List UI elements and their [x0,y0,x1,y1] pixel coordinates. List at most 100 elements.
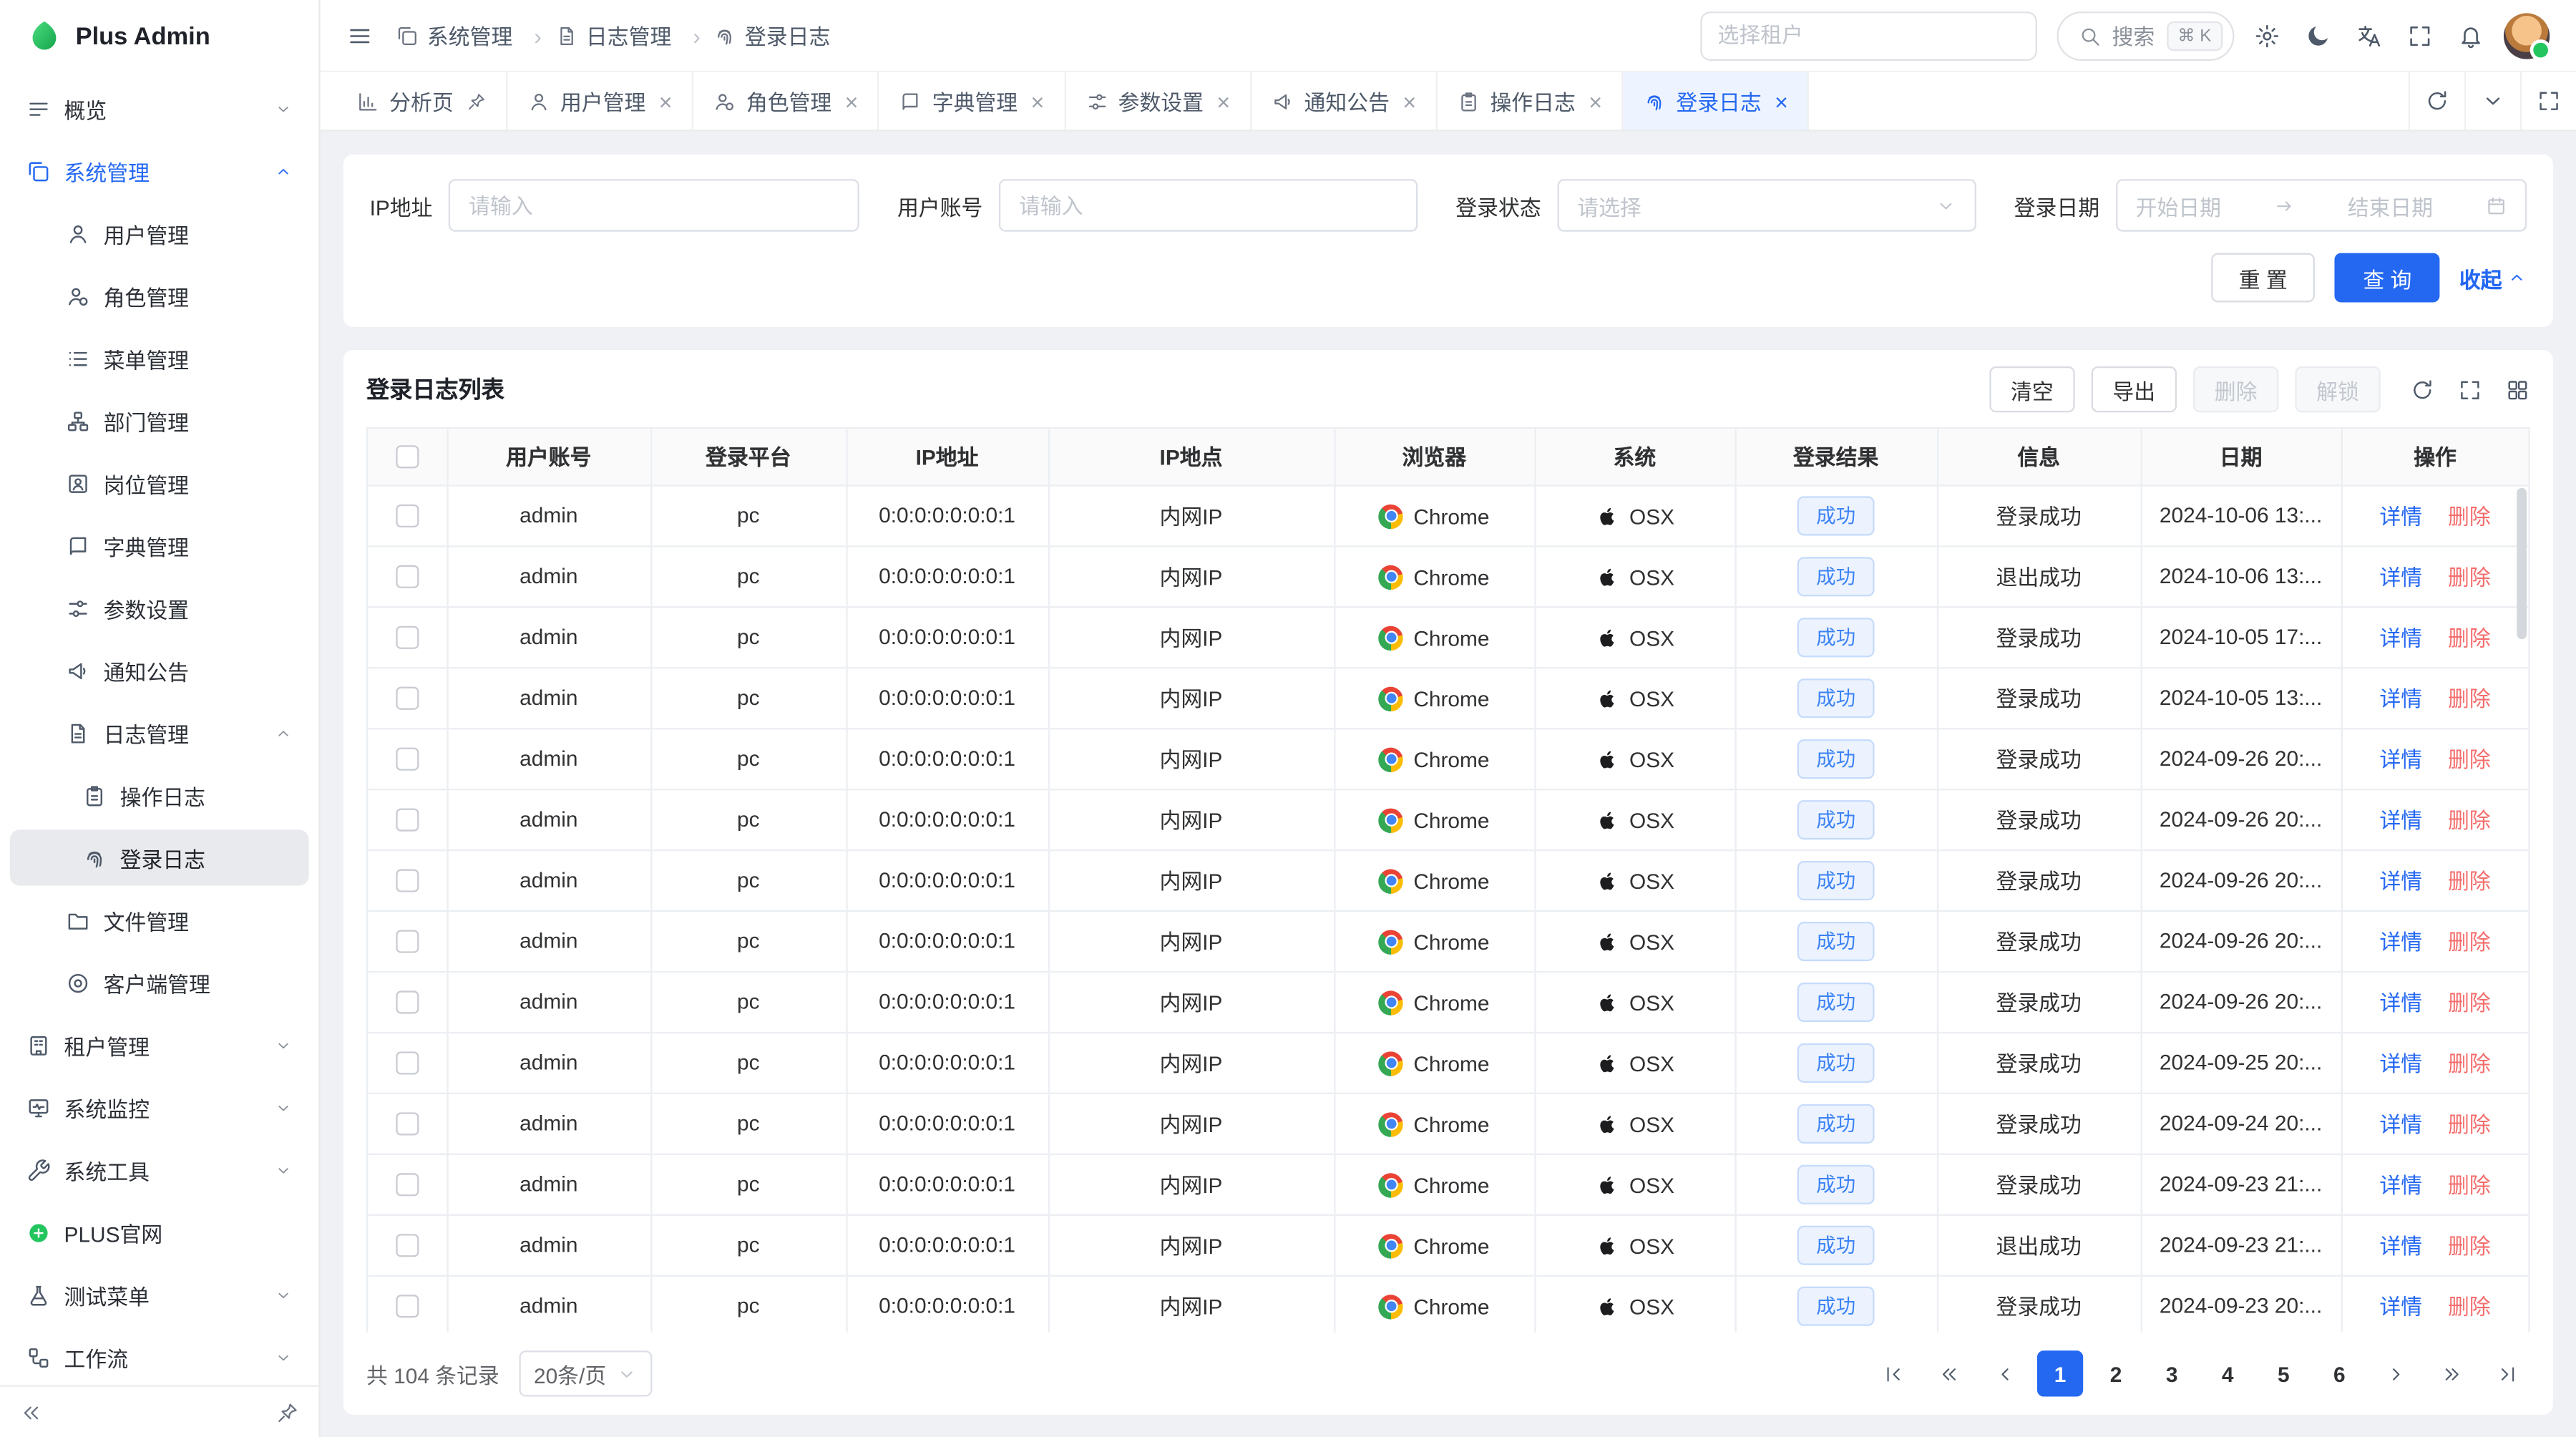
row-checkbox[interactable] [396,1172,419,1195]
tab-close-icon[interactable] [1216,89,1230,112]
header-action-button[interactable] [2254,22,2280,49]
detail-link[interactable]: 详情 [2379,505,2422,529]
sidebar-item[interactable]: 系统工具 [10,1142,309,1198]
header-action-button[interactable] [2458,22,2484,49]
tab-close-icon[interactable] [1402,89,1416,112]
detail-link[interactable]: 详情 [2379,687,2422,711]
sidebar-item[interactable]: 角色管理 [10,268,309,323]
status-select[interactable]: 请选择 [1558,179,1976,231]
detail-link[interactable]: 详情 [2379,1234,2422,1258]
page-size-select[interactable]: 20条/页 [519,1350,652,1396]
delete-link[interactable]: 删除 [2448,809,2491,833]
row-checkbox[interactable] [396,504,419,527]
detail-link[interactable]: 详情 [2379,930,2422,954]
sidebar-item[interactable]: 概览 [10,80,309,136]
delete-link[interactable]: 删除 [2448,626,2491,651]
delete-link[interactable]: 删除 [2448,1112,2491,1136]
tab[interactable]: 参数设置 [1065,72,1252,130]
pagination-nav-button[interactable] [2372,1350,2418,1396]
export-button[interactable]: 导出 [2092,366,2177,412]
collapse-filters-link[interactable]: 收起 [2459,262,2527,293]
sidebar-item[interactable]: 工作流 [10,1329,309,1385]
pagination-nav-button[interactable] [1926,1350,1971,1396]
tabbar-control-button[interactable] [2409,72,2464,130]
sidebar-item[interactable]: 部门管理 [10,393,309,449]
app-logo[interactable]: Plus Admin [0,0,318,72]
delete-link[interactable]: 删除 [2448,1234,2491,1258]
delete-link[interactable]: 删除 [2448,930,2491,954]
sidebar-item[interactable]: 测试菜单 [10,1267,309,1322]
detail-link[interactable]: 详情 [2379,1173,2422,1197]
row-checkbox[interactable] [396,1294,419,1317]
sidebar-collapse-button[interactable] [20,1401,43,1423]
breadcrumb-item[interactable]: 登录日志 [713,20,830,52]
header-action-button[interactable] [2305,22,2331,49]
delete-link[interactable]: 删除 [2448,1051,2491,1076]
detail-link[interactable]: 详情 [2379,565,2422,590]
row-checkbox[interactable] [396,1051,419,1073]
sidebar-item[interactable]: 菜单管理 [10,330,309,386]
sidebar-item[interactable]: 登录日志 [10,829,309,885]
sidebar-toggle-button[interactable] [346,22,373,49]
pagination-page-button[interactable]: 6 [2316,1350,2362,1396]
select-all-header[interactable] [368,429,447,484]
tab[interactable]: 登录日志 [1624,72,1810,130]
header-action-button[interactable] [2406,22,2433,49]
tenant-select[interactable] [1699,11,2036,60]
tabbar-control-button[interactable] [2464,72,2520,130]
sidebar-item[interactable]: 通知公告 [10,643,309,698]
detail-link[interactable]: 详情 [2379,869,2422,894]
row-checkbox[interactable] [396,686,419,709]
detail-link[interactable]: 详情 [2379,1295,2422,1319]
row-checkbox[interactable] [396,929,419,952]
account-input[interactable] [1019,193,1398,218]
sidebar-pin-button[interactable] [276,1401,299,1423]
sidebar-item[interactable]: 租户管理 [10,1017,309,1073]
table-toolbar-icon-button[interactable] [2458,377,2482,401]
row-checkbox[interactable] [396,1233,419,1256]
sidebar-item[interactable]: 字典管理 [10,517,309,573]
date-range-picker[interactable]: 开始日期 结束日期 [2116,179,2527,231]
breadcrumb-item[interactable]: 系统管理 [396,20,555,52]
row-checkbox[interactable] [396,807,419,830]
table-toolbar-icon-button[interactable] [2505,377,2529,401]
ip-input[interactable] [469,193,840,218]
unlock-button[interactable]: 解锁 [2295,366,2380,412]
tab[interactable]: 通知公告 [1252,72,1438,130]
table-toolbar-icon-button[interactable] [2410,377,2434,401]
pagination-nav-button[interactable] [2484,1350,2529,1396]
tab[interactable]: 字典管理 [879,72,1065,130]
tab[interactable]: 角色管理 [693,72,879,130]
delete-link[interactable]: 删除 [2448,748,2491,772]
delete-link[interactable]: 删除 [2448,565,2491,590]
sidebar-item[interactable]: 系统监控 [10,1079,309,1135]
user-avatar[interactable] [2504,12,2550,58]
pagination-page-button[interactable]: 5 [2260,1350,2306,1396]
row-checkbox[interactable] [396,868,419,891]
select-all-checkbox[interactable] [396,445,419,468]
pagination-nav-button[interactable] [1981,1350,2027,1396]
tab-close-icon[interactable] [1775,89,1788,112]
delete-link[interactable]: 删除 [2448,687,2491,711]
delete-button[interactable]: 删除 [2193,366,2278,412]
row-checkbox[interactable] [396,990,419,1013]
delete-link[interactable]: 删除 [2448,990,2491,1015]
row-checkbox[interactable] [396,625,419,648]
detail-link[interactable]: 详情 [2379,1051,2422,1076]
global-search[interactable]: 搜索 ⌘ K [2056,11,2234,60]
pagination-page-button[interactable]: 1 [2037,1350,2083,1396]
tab-close-icon[interactable] [659,89,673,112]
breadcrumb-item[interactable]: 日志管理 [555,20,713,52]
sidebar-item[interactable]: 文件管理 [10,892,309,948]
detail-link[interactable]: 详情 [2379,1112,2422,1136]
tabbar-control-button[interactable] [2520,72,2576,130]
detail-link[interactable]: 详情 [2379,748,2422,772]
sidebar-item[interactable]: 岗位管理 [10,455,309,511]
row-checkbox[interactable] [396,746,419,769]
pagination-nav-button[interactable] [1870,1350,1916,1396]
detail-link[interactable]: 详情 [2379,626,2422,651]
account-input-box[interactable] [999,179,1418,231]
tenant-input[interactable] [1718,23,2019,47]
pagination-page-button[interactable]: 3 [2149,1350,2195,1396]
sidebar-item[interactable]: 用户管理 [10,205,309,261]
